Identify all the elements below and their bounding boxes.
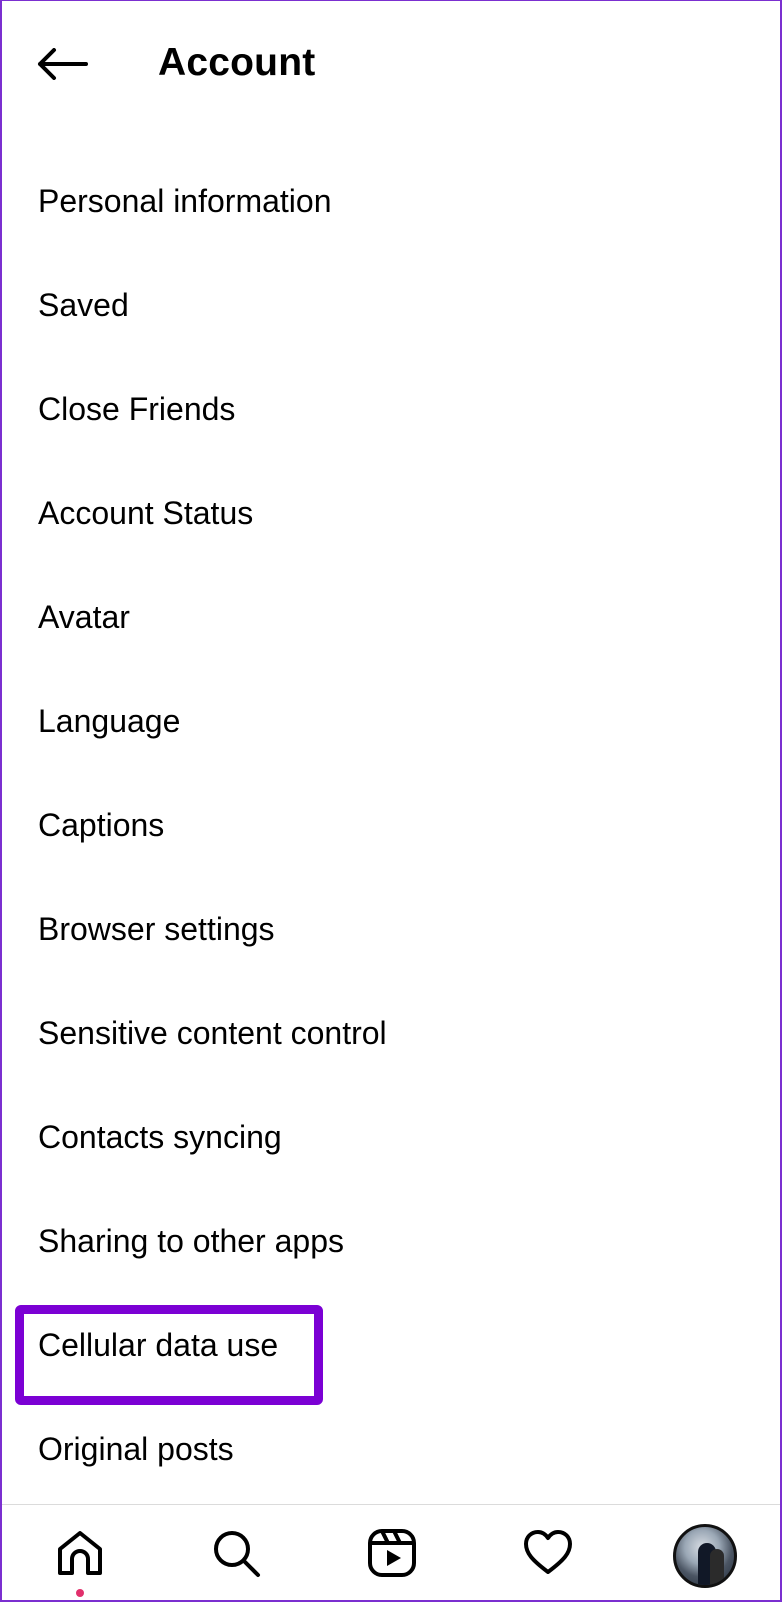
bottom-navigation xyxy=(2,1504,780,1600)
menu-item-label: Language xyxy=(38,703,181,739)
menu-item-label: Personal information xyxy=(38,183,332,219)
nav-search-button[interactable] xyxy=(208,1525,264,1581)
profile-avatar xyxy=(673,1524,737,1588)
settings-menu: Personal information Saved Close Friends… xyxy=(2,149,780,1501)
menu-item-label: Sensitive content control xyxy=(38,1015,387,1051)
menu-item-label: Close Friends xyxy=(38,391,236,427)
account-settings-screen: Account Personal information Saved Close… xyxy=(0,0,782,1602)
notification-dot xyxy=(76,1589,84,1597)
avatar-figure xyxy=(710,1549,724,1585)
home-icon xyxy=(58,1531,102,1575)
menu-item-label: Original posts xyxy=(38,1431,234,1467)
nav-home-button[interactable] xyxy=(52,1525,108,1581)
back-button[interactable] xyxy=(32,37,92,91)
menu-item-close-friends[interactable]: Close Friends xyxy=(2,357,780,461)
menu-item-sensitive-content-control[interactable]: Sensitive content control xyxy=(2,981,780,1085)
reels-icon xyxy=(368,1529,416,1577)
nav-activity-button[interactable] xyxy=(520,1525,576,1581)
menu-item-label: Avatar xyxy=(38,599,130,635)
menu-item-account-status[interactable]: Account Status xyxy=(2,461,780,565)
menu-item-label: Account Status xyxy=(38,495,254,531)
menu-item-sharing-to-other-apps[interactable]: Sharing to other apps xyxy=(2,1189,780,1293)
menu-item-contacts-syncing[interactable]: Contacts syncing xyxy=(2,1085,780,1189)
menu-item-original-posts[interactable]: Original posts xyxy=(2,1397,780,1501)
header: Account xyxy=(2,1,780,125)
menu-item-label: Captions xyxy=(38,807,165,843)
menu-item-label: Browser settings xyxy=(38,911,275,947)
menu-item-saved[interactable]: Saved xyxy=(2,253,780,357)
heart-icon xyxy=(524,1530,572,1574)
menu-item-cellular-data-use[interactable]: Cellular data use xyxy=(2,1293,780,1405)
menu-item-personal-information[interactable]: Personal information xyxy=(2,149,780,253)
page-title: Account xyxy=(158,41,316,84)
menu-item-browser-settings[interactable]: Browser settings xyxy=(2,877,780,981)
nav-reels-button[interactable] xyxy=(364,1525,420,1581)
menu-item-language[interactable]: Language xyxy=(2,669,780,773)
nav-profile-button[interactable] xyxy=(672,1523,738,1589)
menu-item-captions[interactable]: Captions xyxy=(2,773,780,877)
menu-item-avatar[interactable]: Avatar xyxy=(2,565,780,669)
search-icon xyxy=(214,1531,260,1577)
menu-item-label: Saved xyxy=(38,287,129,323)
menu-item-label: Sharing to other apps xyxy=(38,1223,344,1259)
menu-item-label: Contacts syncing xyxy=(38,1119,282,1155)
menu-item-label: Cellular data use xyxy=(38,1327,279,1363)
arrow-left-icon xyxy=(38,48,88,80)
